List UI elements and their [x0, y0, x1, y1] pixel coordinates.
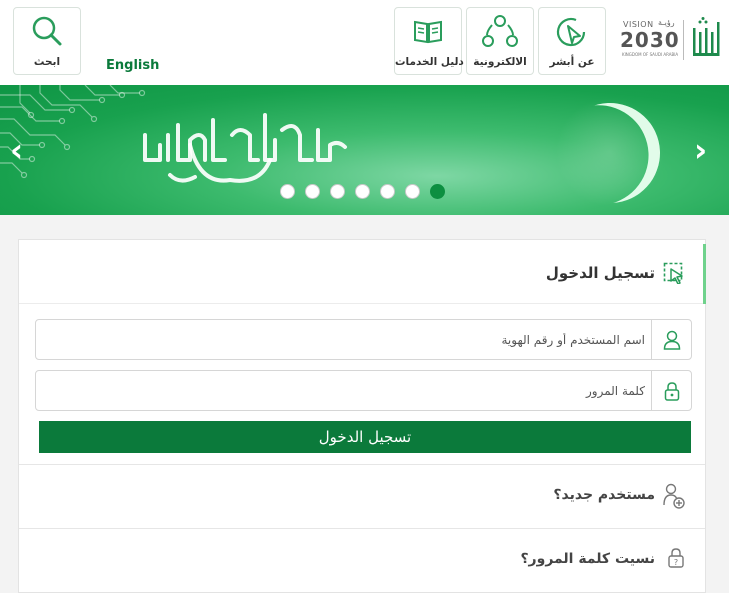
forgot-password-link[interactable]: نسيت كلمة المرور؟ ?: [19, 528, 705, 592]
ramadan-calligraphy-art: [143, 113, 347, 183]
lock-icon: [664, 382, 680, 401]
services-guide-button[interactable]: دليل الخدمات: [394, 7, 464, 75]
login-card-header: تسجيل الدخول: [19, 240, 706, 304]
login-select-icon: [663, 262, 683, 284]
e-services-button[interactable]: الالكترونية: [466, 7, 534, 75]
password-input[interactable]: [45, 371, 645, 410]
search-label: ابحث: [33, 56, 61, 68]
carousel-prev-arrow-icon[interactable]: ‹: [10, 134, 23, 166]
carousel-dot[interactable]: [405, 184, 420, 199]
ramadan-banner-carousel[interactable]: ‹ ›: [0, 85, 729, 215]
english-language-link[interactable]: English: [106, 58, 159, 73]
carousel-dot[interactable]: [280, 184, 295, 199]
carousel-dot[interactable]: [380, 184, 395, 199]
login-submit-button[interactable]: تسجيل الدخول: [39, 421, 691, 453]
e-services-label: الالكترونية: [473, 56, 527, 68]
lock-question-icon: ?: [668, 548, 684, 568]
new-user-link[interactable]: مستخدم جديد؟: [19, 464, 705, 528]
about-absher-button[interactable]: عن أبشر: [538, 7, 606, 75]
header-accent-bar: [703, 244, 706, 304]
carousel-dot[interactable]: [355, 184, 370, 199]
svg-text:?: ?: [674, 558, 678, 567]
book-icon: [414, 20, 442, 44]
about-absher-label: عن أبشر: [549, 56, 595, 68]
add-user-icon: [663, 483, 685, 509]
forgot-password-label: نسيت كلمة المرور؟: [520, 551, 655, 567]
username-icon-box: [651, 320, 691, 359]
password-icon-box: [651, 371, 691, 410]
username-field: [35, 319, 692, 360]
password-field: [35, 370, 692, 411]
vision-arabic: رؤيـة: [658, 18, 675, 27]
search-button[interactable]: ابحث: [13, 7, 81, 75]
vision-kingdom: KINGDOM OF SAUDI ARABIA: [622, 52, 679, 57]
login-title: تسجيل الدخول: [545, 264, 655, 282]
services-guide-label: دليل الخدمات: [395, 56, 464, 68]
carousel-dot[interactable]: [330, 184, 345, 199]
share-network-icon: [482, 15, 518, 47]
vision-year: 2030: [620, 28, 680, 52]
login-card: تسجيل الدخول تسجيل الدخول مستخدم جديد؟: [18, 239, 706, 593]
logo-divider: [683, 20, 684, 60]
carousel-next-arrow-icon[interactable]: ›: [694, 134, 707, 166]
carousel-dot[interactable]: [305, 184, 320, 199]
search-icon: [32, 16, 62, 46]
cursor-circle-icon: [556, 17, 586, 47]
username-input[interactable]: [45, 320, 645, 359]
new-user-label: مستخدم جديد؟: [553, 487, 655, 503]
top-header: ابحث English دليل الخدمات الالكترونية عن…: [0, 0, 729, 85]
carousel-dot-active[interactable]: [430, 184, 445, 199]
absher-logo-icon: [693, 17, 720, 56]
user-icon: [663, 330, 681, 350]
